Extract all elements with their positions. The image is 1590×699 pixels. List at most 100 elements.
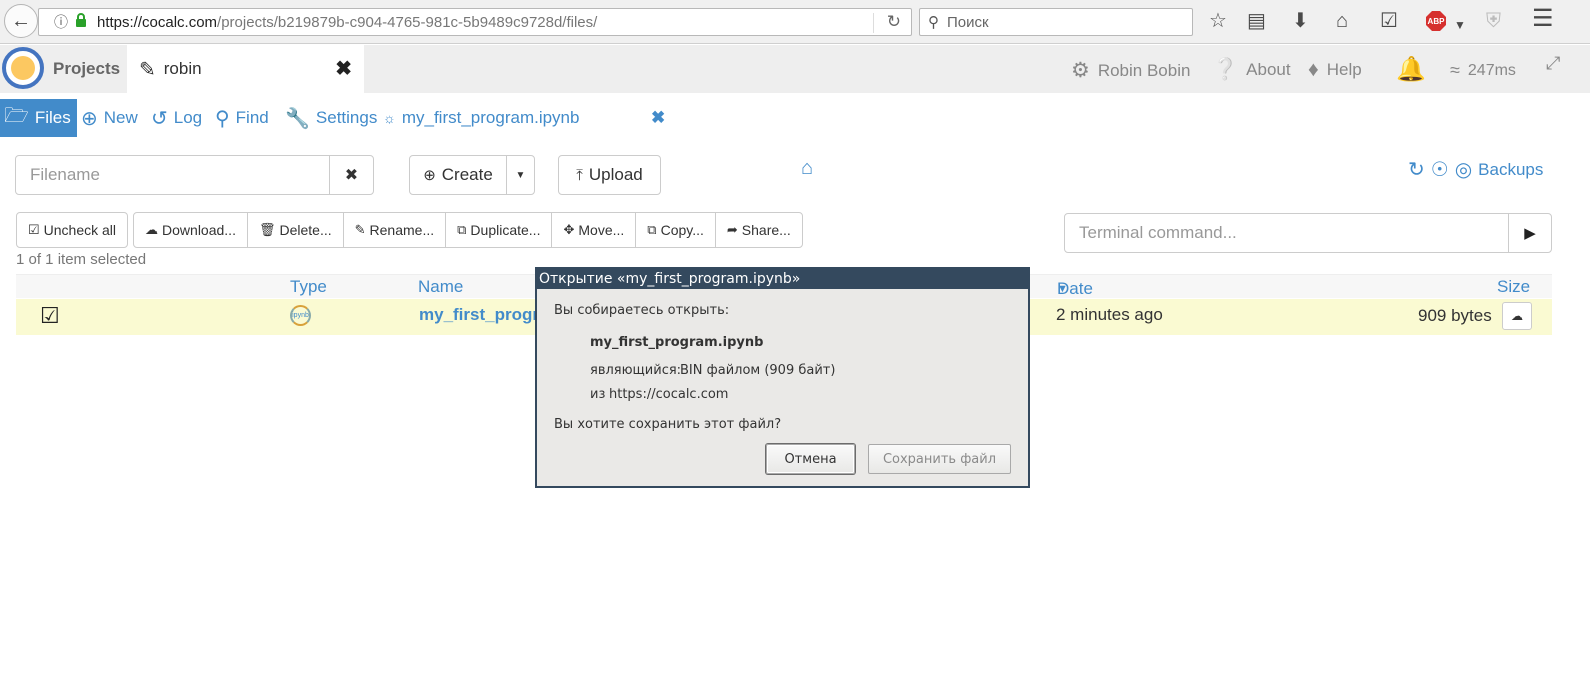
bell-icon[interactable]: 🔔 — [1396, 55, 1426, 84]
close-file-icon[interactable]: ✖ — [651, 108, 665, 128]
upload-icon: ⤒ — [576, 166, 583, 184]
chevron-down-icon[interactable]: ▼ — [1454, 14, 1466, 36]
about-link[interactable]: ❔ About — [1212, 58, 1291, 82]
uncheck-all-label: Uncheck all — [43, 222, 117, 238]
user-name: Robin Bobin — [1097, 60, 1191, 80]
info-icon[interactable]: ⓘ — [51, 12, 71, 32]
refresh-icon[interactable]: ↻ — [1408, 157, 1425, 182]
dialog-question: Вы хотите сохранить этот файл? — [554, 417, 782, 432]
dialog-from-label: из — [590, 387, 606, 402]
file-size: 909 bytes — [1418, 306, 1492, 325]
uncheck-all-button[interactable]: ☑ Uncheck all — [16, 212, 129, 248]
help-link[interactable]: ♦ Help — [1308, 58, 1362, 82]
column-name[interactable]: Name — [418, 277, 463, 297]
home-icon[interactable]: ⌂ — [801, 157, 813, 180]
terminal-command-input[interactable] — [1065, 214, 1509, 252]
column-type[interactable]: Type — [290, 277, 327, 297]
delete-label: Delete... — [279, 222, 332, 238]
wrench-icon: 🔧 — [285, 107, 310, 130]
download-label: Download... — [162, 222, 236, 238]
column-size[interactable]: Size — [1497, 277, 1530, 297]
cancel-button[interactable]: Отмена — [766, 444, 855, 474]
question-circle-icon: ❔ — [1212, 58, 1239, 81]
tab-files-label: Files — [34, 108, 71, 127]
cloud-download-icon[interactable]: ☁ — [1502, 302, 1532, 330]
eye-slash-icon[interactable]: ☉ — [1431, 157, 1449, 182]
column-date-modified[interactable]: Date Modified ▼ — [1057, 277, 1121, 318]
download-arrow-icon[interactable]: ⬇ — [1292, 10, 1309, 32]
home-icon[interactable]: ⌂ — [1336, 10, 1348, 32]
dialog-intro: Вы собираетесь открыть: — [554, 303, 730, 318]
tab-log-label: Log — [173, 108, 203, 127]
top-navigation: Projects ✎ robin ✖ ⚙ Robin Bobin ❔ About… — [0, 45, 1590, 93]
url-divider — [873, 13, 874, 33]
edit-icon: ✎ — [139, 58, 156, 81]
dialog-from-value: https://cocalc.com — [609, 387, 729, 402]
clear-icon[interactable]: ✖ — [330, 156, 373, 194]
file-actions: ☑ Uncheck all ☁ Download... 🗑 Delete... … — [16, 212, 803, 248]
share-button[interactable]: ➦ Share... — [714, 212, 803, 248]
play-icon[interactable]: ▶ — [1509, 214, 1551, 252]
delete-button[interactable]: 🗑 Delete... — [246, 212, 344, 248]
browser-search[interactable]: ⚲ — [919, 8, 1193, 36]
tab-open-file[interactable]: ☼ my_first_program.ipynb — [383, 99, 579, 137]
save-file-button[interactable]: Сохранить файл — [868, 444, 1011, 474]
url-path: /projects/b219879b-c904-4765-981c-5b9489… — [217, 13, 598, 31]
address-bar[interactable]: ⓘ https://cocalc.com/projects/b219879b-c… — [38, 8, 912, 36]
tab-files[interactable]: 🗁 Files — [0, 99, 77, 137]
share-icon: ➦ — [726, 222, 738, 237]
bookmark-star-icon[interactable]: ☆ — [1209, 10, 1227, 32]
dialog-type-label: являющийся: — [590, 363, 682, 378]
tab-settings-label: Settings — [315, 108, 378, 127]
tab-settings[interactable]: 🔧 Settings — [285, 99, 377, 137]
adblock-icon[interactable]: ABP — [1426, 11, 1446, 31]
compress-icon[interactable]: ⤢ — [1546, 53, 1560, 74]
pocket-icon[interactable]: ☑ — [1380, 10, 1398, 32]
cloud-download-icon: ☁ — [145, 222, 159, 237]
folder-open-icon: 🗁 — [4, 105, 29, 127]
projects-link[interactable]: Projects — [53, 59, 120, 79]
dialog-filename: my_first_program.ipynb — [590, 335, 764, 350]
terminal-command: ▶ — [1064, 213, 1552, 253]
tab-find[interactable]: ⚲ Find — [215, 99, 269, 137]
account-link[interactable]: ⚙ Robin Bobin — [1071, 58, 1190, 83]
file-name[interactable]: my_first_progr — [419, 305, 539, 325]
tab-new-label: New — [103, 108, 138, 127]
filename-search: ✖ — [15, 155, 374, 195]
share-label: Share... — [741, 222, 791, 238]
download-button[interactable]: ☁ Download... — [133, 212, 248, 248]
checked-box-icon[interactable]: ☑ — [40, 303, 60, 329]
check-square-icon: ☑ — [28, 222, 40, 237]
dialog-type-value: BIN файлом (909 байт) — [680, 363, 836, 378]
backups-link[interactable]: ↻ ☉ ◎ Backups — [1408, 157, 1543, 182]
copy-button[interactable]: ⧉ Copy... — [635, 212, 716, 248]
create-button[interactable]: ⊕ Create — [409, 155, 507, 195]
menu-icon[interactable]: ☰ — [1532, 7, 1554, 31]
reload-icon[interactable]: ↻ — [887, 12, 901, 32]
move-button[interactable]: ✥ Move... — [551, 212, 637, 248]
upload-button[interactable]: ⤒ Upload — [558, 155, 661, 195]
filename-input[interactable] — [16, 156, 330, 194]
duplicate-button[interactable]: ⧉ Duplicate... — [445, 212, 553, 248]
jupyter-icon: ☼ — [383, 110, 396, 126]
lock-icon — [75, 13, 91, 31]
create-dropdown-button[interactable]: ▼ — [506, 155, 535, 195]
browser-search-input[interactable] — [945, 12, 1175, 32]
search-icon: ⚲ — [928, 14, 939, 31]
search-icon: ⚲ — [215, 107, 230, 130]
tab-find-label: Find — [235, 108, 269, 127]
tab-new[interactable]: ⊕ New — [81, 99, 138, 137]
reading-list-icon[interactable]: ▤ — [1247, 10, 1266, 32]
close-icon[interactable]: ✖ — [335, 56, 352, 81]
cocalc-logo[interactable] — [2, 47, 44, 89]
tab-log[interactable]: ↺ Log — [151, 99, 202, 137]
move-label: Move... — [578, 222, 625, 238]
arrows-icon: ✥ — [563, 222, 575, 237]
connection-status[interactable]: ≈ 247ms — [1450, 60, 1516, 81]
project-tab[interactable]: ✎ robin ✖ — [127, 45, 364, 93]
shield-icon[interactable]: ⛨ — [1486, 10, 1501, 32]
rename-button[interactable]: ✎ Rename... — [342, 212, 447, 248]
back-arrow-icon[interactable]: ← — [4, 4, 38, 38]
file-date: 2 minutes ago — [1056, 305, 1163, 324]
help-label: Help — [1326, 60, 1362, 79]
